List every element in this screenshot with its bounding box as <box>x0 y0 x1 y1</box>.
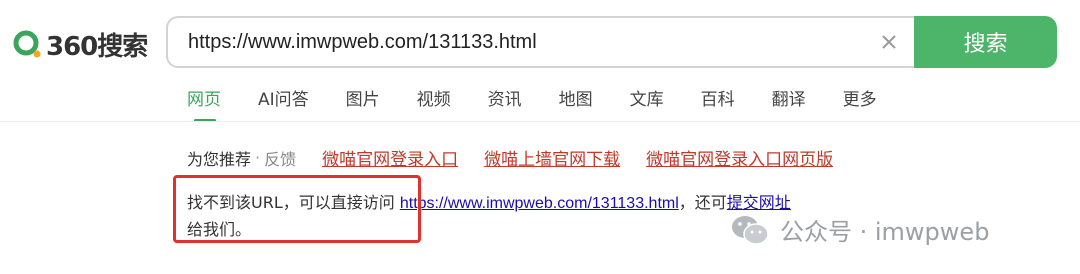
tab-news[interactable]: 资讯 <box>488 88 522 116</box>
logo[interactable]: 360搜索 <box>12 28 148 62</box>
annotation-highlight-box <box>173 175 421 243</box>
search-button[interactable]: 搜索 <box>914 16 1057 68</box>
tab-images[interactable]: 图片 <box>346 88 380 116</box>
logo-mark-icon <box>12 29 42 59</box>
recommend-link[interactable]: 微喵上墙官网下载 <box>484 145 620 170</box>
direct-url-link[interactable]: https://www.imwpweb.com/131133.html <box>400 195 679 212</box>
feedback-link[interactable]: 反馈 <box>264 146 296 170</box>
tab-videos[interactable]: 视频 <box>417 88 451 116</box>
clear-icon[interactable] <box>878 31 900 53</box>
tab-more[interactable]: 更多 <box>843 88 877 116</box>
search-tabs: 网页 AI问答 图片 视频 资讯 地图 文库 百科 翻译 更多 <box>187 88 914 122</box>
watermark-text: 公众号 · imwpweb <box>780 218 990 246</box>
tab-web[interactable]: 网页 <box>187 88 221 122</box>
recommend-row: 为您推荐 · 反馈 微喵官网登录入口 微喵上墙官网下载 微喵官网登录入口网页版 <box>187 145 833 170</box>
tab-library[interactable]: 文库 <box>630 88 664 116</box>
recommend-link[interactable]: 微喵官网登录入口 <box>322 145 458 170</box>
watermark: 公众号 · imwpweb <box>730 212 989 247</box>
search-box[interactable]: https://www.imwpweb.com/131133.html <box>166 16 916 68</box>
tab-baike[interactable]: 百科 <box>701 88 735 116</box>
wechat-icon <box>730 214 770 246</box>
tab-translate[interactable]: 翻译 <box>772 88 806 116</box>
recommend-link[interactable]: 微喵官网登录入口网页版 <box>646 145 833 170</box>
tabs-divider <box>0 121 1080 122</box>
recommend-dot: · <box>255 148 261 167</box>
search-input[interactable]: https://www.imwpweb.com/131133.html <box>188 18 537 66</box>
message-middle: ，还可 <box>678 193 727 212</box>
submit-url-link[interactable]: 提交网址 <box>727 195 791 212</box>
logo-text: 360搜索 <box>46 31 148 62</box>
tab-ai-qa[interactable]: AI问答 <box>258 88 309 116</box>
recommend-label: 为您推荐 <box>187 149 252 169</box>
tab-maps[interactable]: 地图 <box>559 88 593 116</box>
